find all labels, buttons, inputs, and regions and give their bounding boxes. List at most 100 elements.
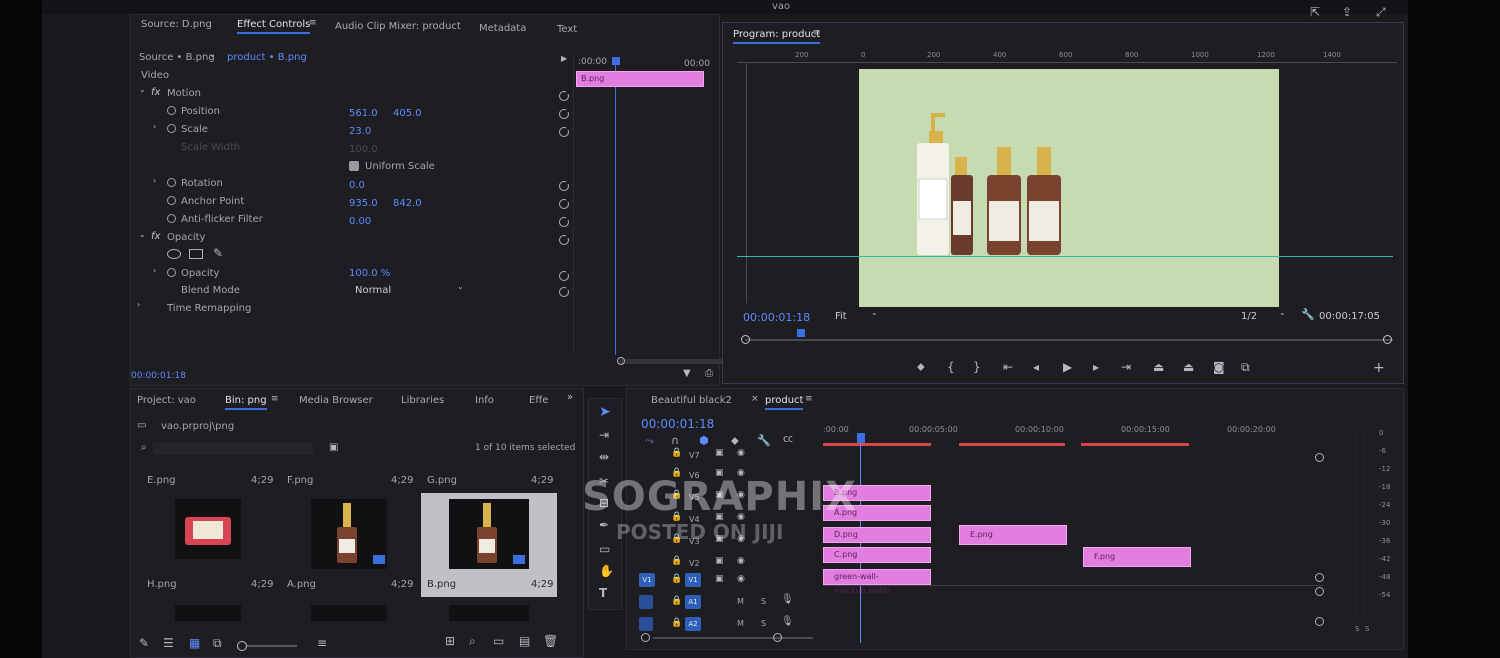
snap-icon[interactable]: ⤳ <box>645 435 654 446</box>
mute-button[interactable]: M <box>737 619 744 628</box>
pen-mask-icon[interactable]: ✎ <box>213 247 223 259</box>
clip-v4[interactable]: D.png <box>823 527 931 543</box>
expand-opacity-value-icon[interactable]: › <box>153 267 156 275</box>
trash-icon[interactable]: 🗑 <box>543 635 558 647</box>
reset-opacity-icon[interactable] <box>559 270 570 281</box>
type-tool-icon[interactable]: T <box>599 587 607 599</box>
rotation-stopwatch-icon[interactable] <box>167 178 176 187</box>
blend-chevron-down-icon[interactable]: ⌄ <box>457 283 464 291</box>
program-monitor-title[interactable]: Program: product <box>733 29 821 44</box>
tab-info[interactable]: Info <box>475 395 494 406</box>
thumbnail-g-png[interactable] <box>449 499 529 569</box>
linked-selection-icon[interactable]: ∩ <box>671 435 679 446</box>
more-panels-icon[interactable]: » <box>567 393 573 403</box>
reset-position-icon[interactable] <box>559 108 570 119</box>
tab-project[interactable]: Project: vao <box>137 395 196 406</box>
rotation-value[interactable]: 0.0 <box>349 180 365 191</box>
selection-tool-icon[interactable]: ➤ <box>599 405 611 419</box>
audio-source-patch[interactable] <box>639 617 653 631</box>
lock-icon[interactable]: 🔒 <box>671 619 682 628</box>
reset-antiflicker-icon[interactable] <box>559 216 570 227</box>
eye-icon[interactable]: ◉ <box>737 491 745 500</box>
add-marker-icon[interactable]: ⬥ <box>917 361 925 372</box>
uniform-scale-checkbox[interactable] <box>349 161 359 171</box>
search-input[interactable] <box>153 443 313 455</box>
expand-motion-icon[interactable]: ⌄ <box>139 86 146 94</box>
scrubber-end-icon[interactable] <box>1383 335 1392 344</box>
program-menu-icon[interactable]: ≡ <box>813 29 821 38</box>
timeline-playhead-handle[interactable] <box>857 433 865 443</box>
sync-lock-icon[interactable]: ▣ <box>715 491 724 500</box>
expand-time-remap-icon[interactable]: › <box>137 301 140 309</box>
tab-effects[interactable]: Effe <box>529 395 548 406</box>
eye-icon[interactable]: ◉ <box>737 513 745 522</box>
track-target-a2[interactable]: A2 <box>685 617 701 631</box>
source-selector[interactable]: Source • B.png <box>139 52 215 63</box>
razor-tool-icon[interactable]: ✂ <box>599 475 609 487</box>
lock-icon[interactable]: 🔒 <box>671 535 682 544</box>
audio-scroll-bottom-icon[interactable] <box>1315 617 1324 626</box>
new-bin-from-search-icon[interactable]: ▣ <box>329 443 338 453</box>
clip-v3[interactable]: C.png <box>823 547 931 563</box>
program-scrubber-track[interactable] <box>745 339 1393 341</box>
thumbnail-e-png[interactable] <box>175 499 241 559</box>
track-target-a1[interactable]: A1 <box>685 595 701 609</box>
lock-icon[interactable]: 🔒 <box>671 597 682 606</box>
eye-icon[interactable]: ◉ <box>737 449 745 458</box>
thumbnail-b-png[interactable] <box>449 605 529 621</box>
new-item-icon[interactable]: ▤ <box>519 635 530 647</box>
audio-source-patch[interactable] <box>639 595 653 609</box>
add-button-icon[interactable]: + <box>1373 361 1385 375</box>
reset-blend-icon[interactable] <box>559 286 570 297</box>
chevron-down-icon[interactable]: ⌄ <box>209 51 216 59</box>
share-icon[interactable]: ⇪ <box>1342 6 1352 18</box>
find-icon[interactable]: ⌕ <box>469 635 476 647</box>
solo-right-button[interactable]: S <box>1365 625 1369 633</box>
position-x-value[interactable]: 561.0 <box>349 108 378 119</box>
solo-left-button[interactable]: S <box>1355 625 1359 633</box>
reset-anchor-icon[interactable] <box>559 198 570 209</box>
timeline-zoom-end-icon[interactable] <box>773 633 782 642</box>
scale-value[interactable]: 23.0 <box>349 126 371 137</box>
timeline-ruler[interactable]: :00:00 00:00:05:00 00:00:10:00 00:00:15:… <box>823 425 1343 449</box>
resolution-chevron-down-icon[interactable]: ⌄ <box>1279 309 1286 317</box>
ec-clip-bar[interactable]: B.png <box>576 71 704 87</box>
step-back-icon[interactable]: ◂ <box>1033 361 1039 373</box>
clip-v4-second[interactable]: E.png <box>959 525 1067 545</box>
hand-tool-icon[interactable]: ✋ <box>599 565 614 577</box>
zoom-fit-select[interactable]: Fit <box>835 311 847 322</box>
timeline-settings-wrench-icon[interactable]: 🔧 <box>757 435 771 446</box>
track-target-v1[interactable]: V1 <box>685 573 701 587</box>
thumbnail-f-png[interactable] <box>311 499 387 569</box>
comparison-view-icon[interactable]: ⧉ <box>1241 361 1250 373</box>
zoom-slider-track[interactable] <box>247 645 297 647</box>
timeline-horizontal-scroll[interactable] <box>653 637 813 639</box>
antiflicker-value[interactable]: 0.00 <box>349 216 371 227</box>
reset-motion-icon[interactable] <box>559 90 570 101</box>
lock-icon[interactable]: 🔒 <box>671 469 682 478</box>
eye-icon[interactable]: ◉ <box>737 557 745 566</box>
reset-rotation-icon[interactable] <box>559 180 570 191</box>
maximize-icon[interactable]: ⤢ <box>1376 6 1386 18</box>
mark-in-icon[interactable]: { <box>947 361 955 373</box>
tab-text[interactable]: Text <box>557 24 577 35</box>
scrubber-start-icon[interactable] <box>741 335 750 344</box>
tab-media-browser[interactable]: Media Browser <box>299 395 373 406</box>
clip-v1[interactable]: green-wall-mockup.webp <box>823 569 931 595</box>
sync-lock-icon[interactable]: ▣ <box>715 449 724 458</box>
lock-icon[interactable]: 🔒 <box>671 513 682 522</box>
sort-icon[interactable]: ≡ <box>317 637 327 649</box>
tab-libraries[interactable]: Libraries <box>401 395 444 406</box>
solo-button[interactable]: S <box>761 597 766 606</box>
timeline-menu-icon[interactable]: ≡ <box>805 395 813 404</box>
clip-v3-second[interactable]: F.png <box>1083 547 1191 567</box>
export-frame-icon[interactable]: ⎙ <box>705 369 713 379</box>
mute-button[interactable]: M <box>737 597 744 606</box>
scale-stopwatch-icon[interactable] <box>167 124 176 133</box>
ec-zoom-start-icon[interactable] <box>617 357 625 365</box>
play-icon[interactable]: ▶ <box>1063 361 1072 373</box>
reset-opacity-section-icon[interactable] <box>559 234 570 245</box>
zoom-slider-handle[interactable] <box>237 641 247 651</box>
lock-icon[interactable]: 🔒 <box>671 449 682 458</box>
source-patch-v1[interactable]: V1 <box>639 573 655 587</box>
